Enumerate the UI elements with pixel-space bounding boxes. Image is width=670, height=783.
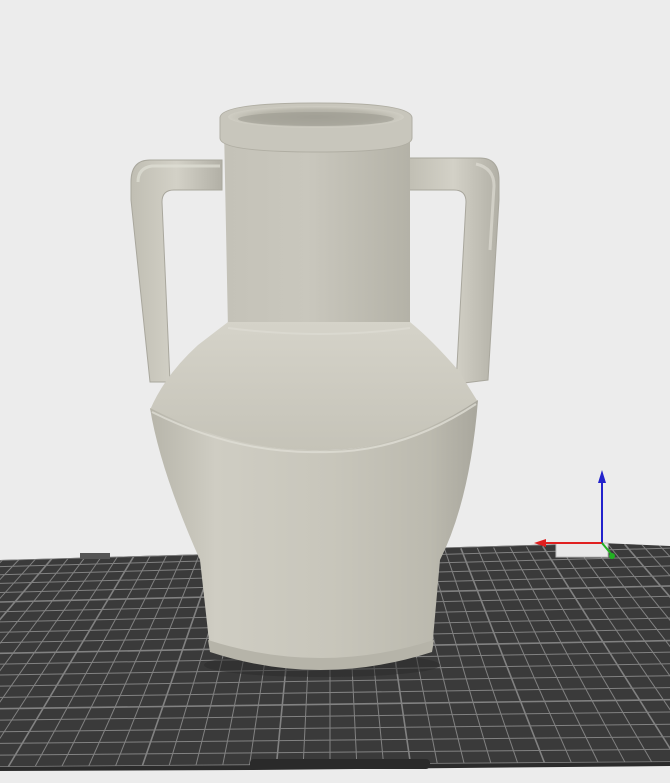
plate-marker-chip bbox=[80, 553, 110, 559]
3d-viewport[interactable] bbox=[0, 0, 670, 783]
axes-gizmo-tile bbox=[555, 542, 609, 558]
build-plate-front-tab bbox=[250, 759, 430, 769]
3d-scene[interactable] bbox=[0, 0, 670, 783]
z-axis-arrow-icon bbox=[598, 470, 606, 483]
vase-neck bbox=[224, 128, 410, 330]
plate-corner-markers bbox=[80, 553, 110, 559]
vase-opening-inner bbox=[238, 112, 394, 126]
y-axis-arrow-icon bbox=[609, 553, 615, 559]
